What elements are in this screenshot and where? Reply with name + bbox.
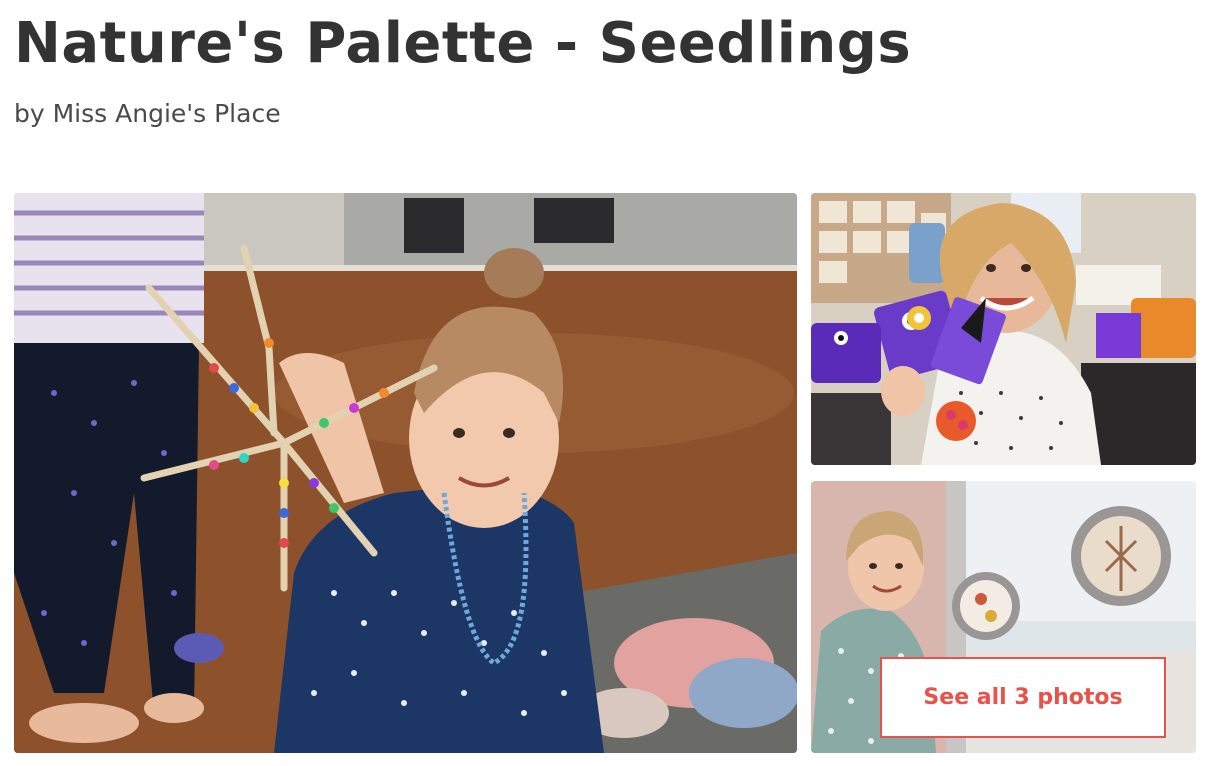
see-all-photos-button[interactable]: See all 3 photos [880,657,1166,738]
photo-girl-felt-puppets [811,193,1196,465]
photo-girl-beaded-pipe-cleaner [14,193,797,753]
gallery-photo-2[interactable] [811,193,1196,465]
gallery-photo-main[interactable] [14,193,797,753]
provider-byline: by Miss Angie's Place [14,99,281,128]
page-title: Nature's Palette - Seedlings [14,11,912,76]
